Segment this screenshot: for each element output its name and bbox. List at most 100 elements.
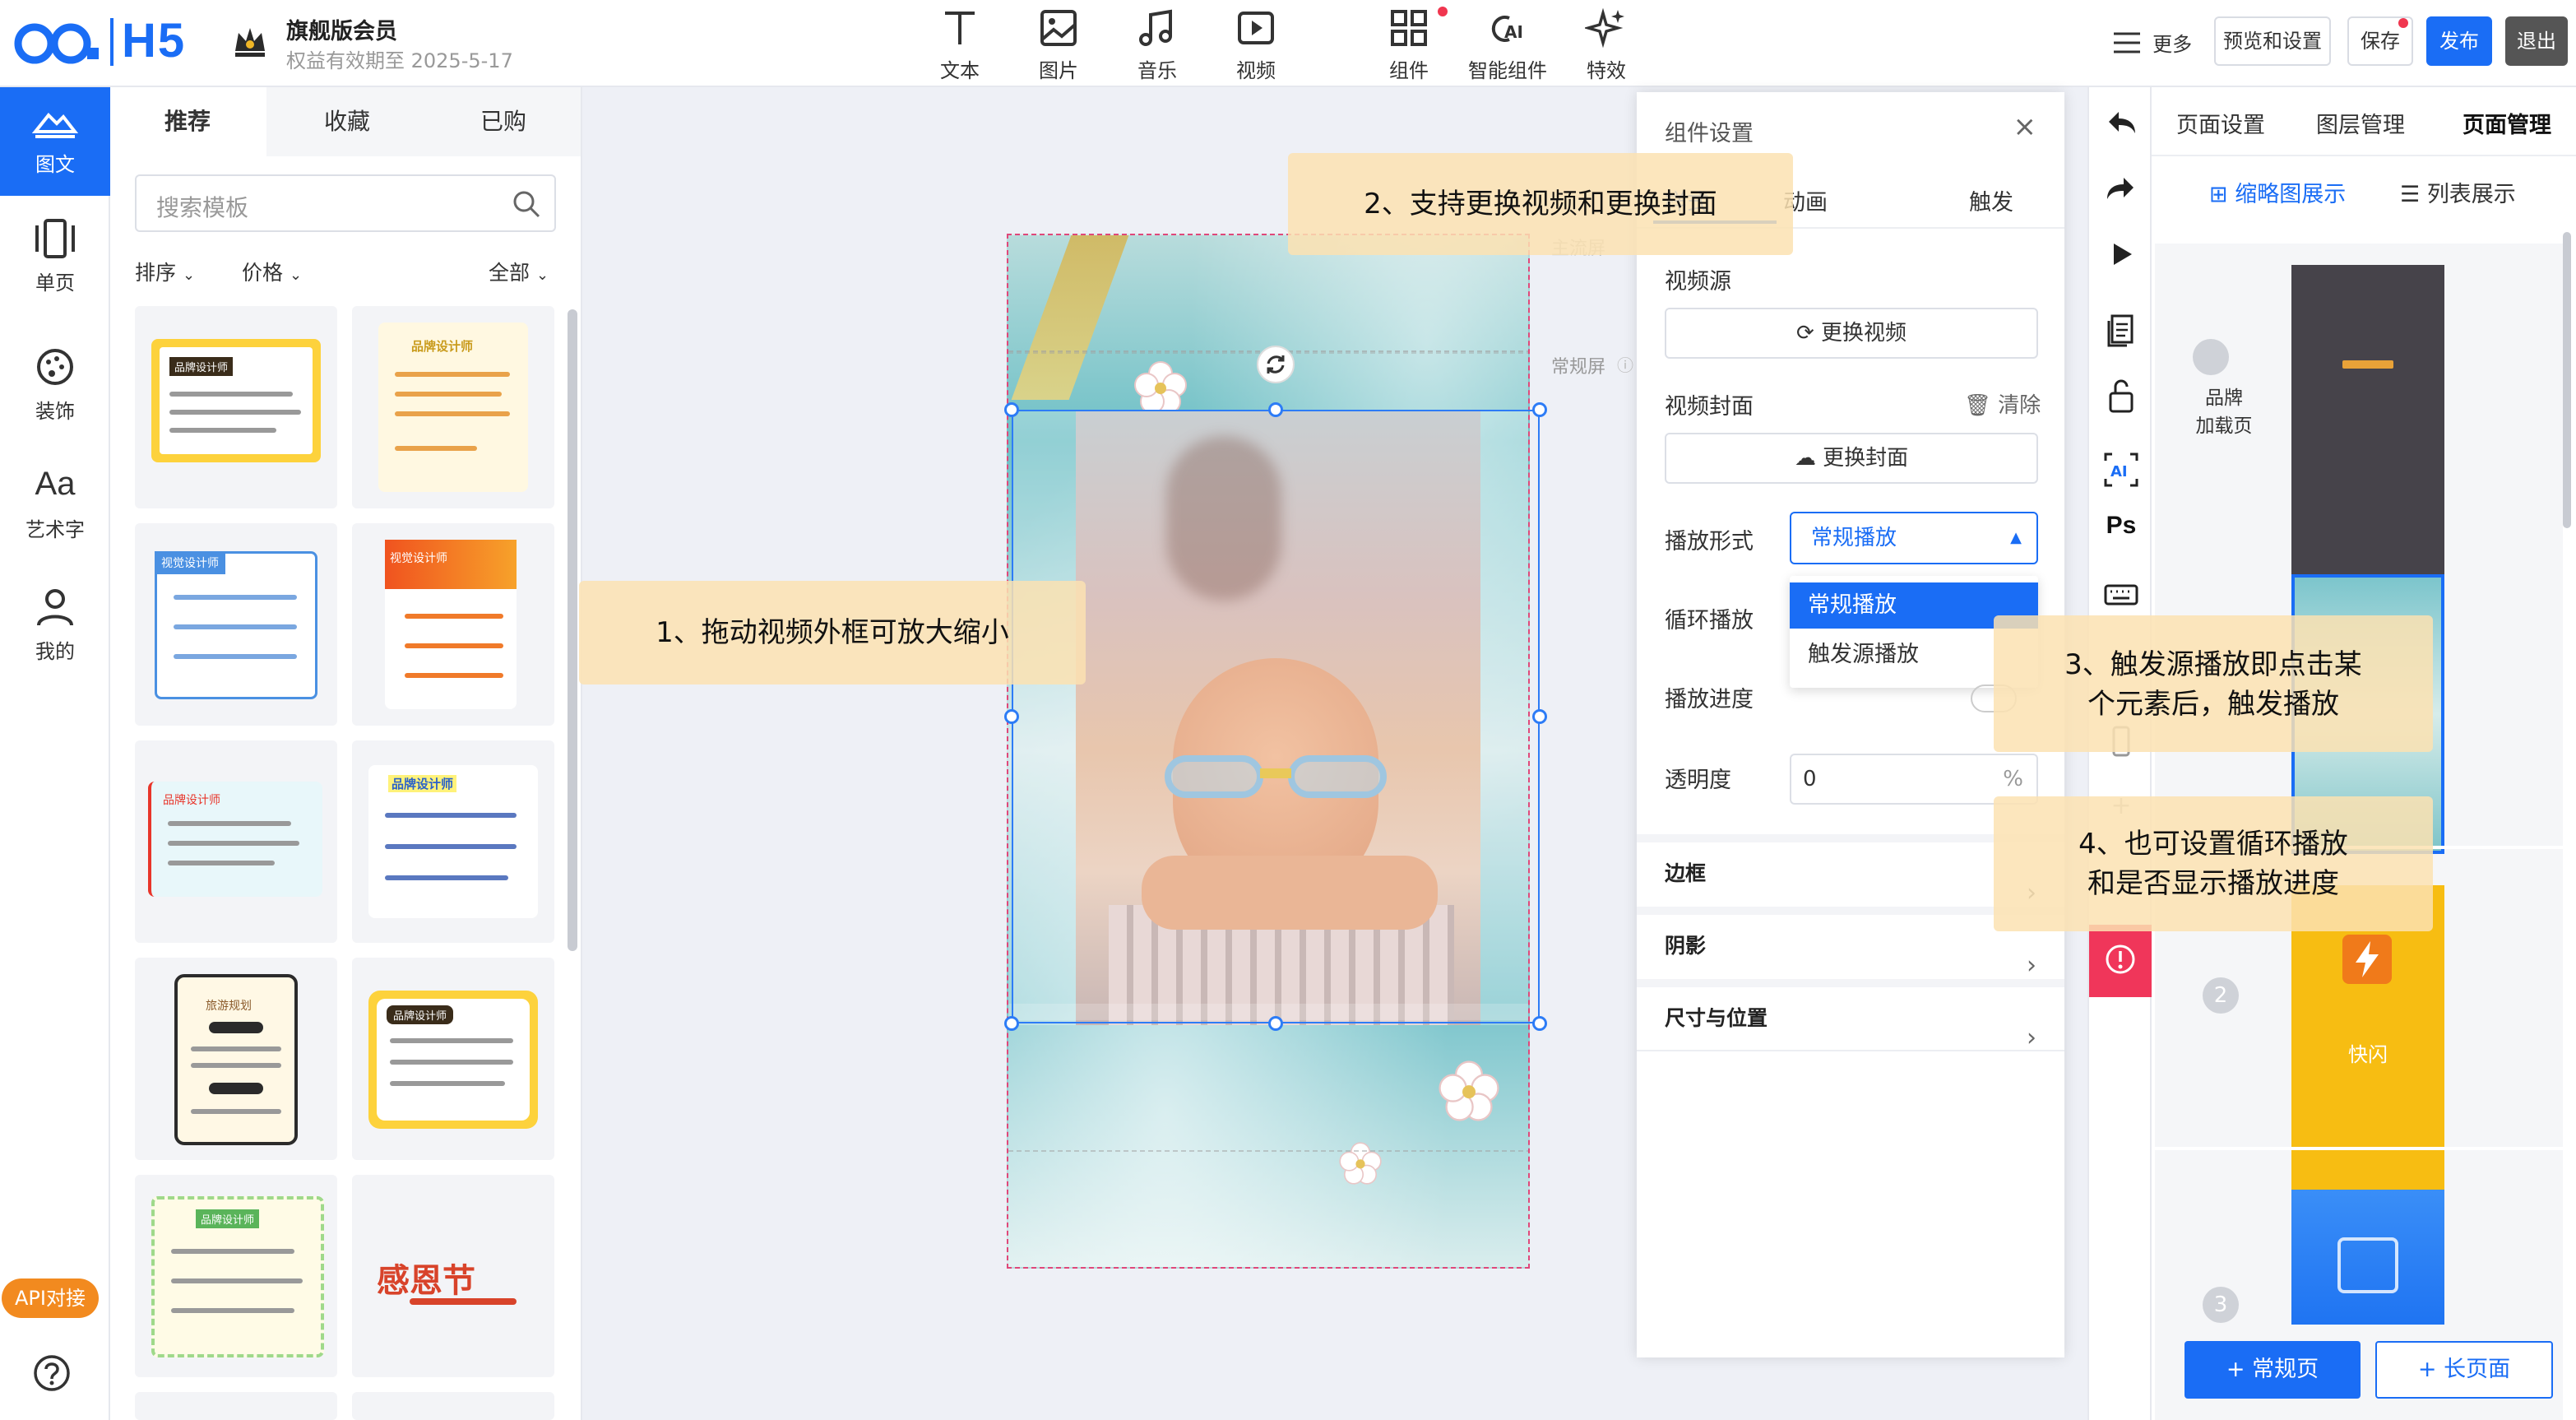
- template-thumbnail[interactable]: 品牌设计师: [135, 306, 337, 508]
- thumbnail-view-toggle[interactable]: ⊞ 缩略图展示: [2209, 176, 2346, 208]
- ai-icon[interactable]: AI: [2101, 449, 2142, 490]
- tab-recommend[interactable]: 推荐: [164, 104, 211, 137]
- play-mode-select[interactable]: 常规播放 ▲: [1790, 512, 2038, 564]
- price-dropdown[interactable]: 价格 ⌄: [242, 257, 302, 286]
- tool-ai-components[interactable]: AI 智能组件: [1462, 7, 1553, 83]
- rail-item-mine[interactable]: 我的: [0, 574, 110, 683]
- page-list-scrollbar[interactable]: [2563, 232, 2571, 528]
- tool-effects[interactable]: 特效: [1561, 7, 1652, 83]
- resize-handle[interactable]: [1004, 1016, 1019, 1031]
- thumb-title: 品牌设计师: [163, 794, 220, 807]
- resize-handle[interactable]: [1532, 1016, 1547, 1031]
- template-thumbnail[interactable]: 感恩节: [352, 1175, 554, 1377]
- tool-text[interactable]: 文本: [915, 7, 1005, 83]
- thumb-title: 视觉设计师: [385, 540, 517, 589]
- tool-music[interactable]: 音乐: [1112, 7, 1202, 83]
- sort-dropdown[interactable]: 排序 ⌄: [135, 257, 195, 286]
- logo-text: H5: [122, 14, 187, 67]
- template-thumbnail[interactable]: [352, 1392, 554, 1420]
- tab-favorites[interactable]: 收藏: [324, 104, 370, 137]
- photoshop-icon[interactable]: Ps: [2101, 505, 2142, 546]
- template-thumbnail[interactable]: 品牌设计师: [135, 740, 337, 943]
- callout-loop-tip: 4、也可设置循环播放 和是否显示播放进度: [1994, 796, 2433, 931]
- rail-item-decoration[interactable]: 装饰: [0, 334, 110, 443]
- template-thumbnail[interactable]: [135, 1392, 337, 1420]
- panel-scrollbar[interactable]: [568, 309, 577, 951]
- api-badge[interactable]: API对接: [2, 1278, 99, 1318]
- components-icon: [1391, 10, 1427, 46]
- tool-label: 视频: [1236, 59, 1276, 82]
- page-number: 2: [2203, 977, 2239, 1014]
- video-source-label: 视频源: [1665, 269, 1731, 295]
- page-thumbnail-3[interactable]: [2291, 1190, 2444, 1325]
- resize-handle[interactable]: [1532, 402, 1547, 417]
- resize-handle[interactable]: [1532, 709, 1547, 724]
- tab-purchased[interactable]: 已购: [480, 104, 526, 137]
- template-thumbnail[interactable]: 品牌设计师: [352, 740, 554, 943]
- resize-handle[interactable]: [1268, 1016, 1283, 1031]
- section-size-position[interactable]: 尺寸与位置 ›: [1637, 979, 2064, 1052]
- components-new-dot: [1438, 7, 1448, 16]
- loop-label: 循环播放: [1665, 608, 1754, 633]
- help-icon[interactable]: [33, 1354, 71, 1395]
- resize-handle[interactable]: [1004, 709, 1019, 724]
- redo-icon[interactable]: [2101, 168, 2142, 209]
- tab-trigger[interactable]: 触发: [1969, 184, 2013, 216]
- settings-title: 组件设置: [1665, 121, 1754, 146]
- template-thumbnail[interactable]: 品牌设计师: [352, 958, 554, 1160]
- logo[interactable]: [12, 18, 109, 72]
- tool-label: 特效: [1587, 59, 1626, 82]
- template-thumbnail[interactable]: 品牌设计师: [352, 306, 554, 508]
- page-thumbnail-loading[interactable]: [2291, 265, 2444, 582]
- preview-settings-button[interactable]: 预览和设置: [2214, 16, 2331, 66]
- template-thumbnail[interactable]: 视觉设计师: [352, 523, 554, 726]
- template-thumbnail[interactable]: 旅游规划: [135, 958, 337, 1160]
- music-icon: [1139, 9, 1172, 46]
- more-menu[interactable]: 更多: [2112, 28, 2192, 57]
- close-icon[interactable]: ×: [2013, 110, 2037, 143]
- rail-item-graphic[interactable]: 图文: [0, 87, 110, 196]
- rotate-handle[interactable]: [1257, 346, 1295, 383]
- unlock-icon[interactable]: [2101, 375, 2142, 416]
- resize-handle[interactable]: [1004, 402, 1019, 417]
- thumb-title: 感恩节: [377, 1262, 475, 1300]
- play-icon[interactable]: [2101, 234, 2142, 275]
- all-dropdown[interactable]: 全部 ⌄: [489, 257, 549, 286]
- rail-item-art-text[interactable]: Aa 艺术字: [0, 454, 110, 563]
- search-input[interactable]: 搜索模板: [156, 190, 248, 223]
- membership-expiry: 权益有效期至 2025-5-17: [286, 49, 513, 72]
- clear-cover-button[interactable]: 🗑 清除: [1964, 388, 2041, 419]
- publish-button[interactable]: 发布: [2426, 16, 2492, 66]
- rail-item-single-page[interactable]: 单页: [0, 206, 110, 314]
- search-icon[interactable]: [512, 189, 541, 219]
- tab-page-settings[interactable]: 页面设置: [2176, 107, 2265, 139]
- list-view-toggle[interactable]: ☰ 列表展示: [2400, 176, 2516, 208]
- alert-button[interactable]: [2089, 925, 2152, 997]
- callout-trigger-line2: 个元素后，触发播放: [2087, 688, 2339, 721]
- tab-layer-manager[interactable]: 图层管理: [2316, 107, 2405, 139]
- resize-handle[interactable]: [1268, 402, 1283, 417]
- template-thumbnail[interactable]: 品牌设计师: [135, 1175, 337, 1377]
- undo-icon[interactable]: [2101, 102, 2142, 143]
- tool-video[interactable]: 视频: [1211, 7, 1301, 83]
- add-long-page-button[interactable]: + 长页面: [2375, 1341, 2553, 1399]
- add-normal-page-button[interactable]: + 常规页: [2185, 1341, 2361, 1399]
- exit-button[interactable]: 退出: [2505, 16, 2568, 66]
- keyboard-icon[interactable]: [2101, 574, 2142, 615]
- search-box[interactable]: 搜索模板: [135, 174, 556, 232]
- replace-video-button[interactable]: ⟳ 更换视频: [1665, 308, 2038, 359]
- thumb-title: 品牌设计师: [387, 1005, 454, 1024]
- single-page-icon: [35, 219, 75, 258]
- section-divider: [1637, 1050, 2064, 1051]
- guide-line: [1008, 1150, 1528, 1152]
- copy-icon[interactable]: [2101, 309, 2142, 350]
- replace-cover-button[interactable]: ☁ 更换封面: [1665, 433, 2038, 484]
- alert-icon: [2106, 944, 2135, 974]
- thumb-title: 品牌设计师: [388, 775, 457, 792]
- graphic-icon: [32, 113, 78, 138]
- tool-components[interactable]: 组件: [1364, 7, 1454, 83]
- tool-image[interactable]: 图片: [1013, 7, 1104, 83]
- tab-page-manager[interactable]: 页面管理: [2462, 107, 2551, 139]
- template-thumbnail[interactable]: 视觉设计师: [135, 523, 337, 726]
- selection-box[interactable]: [1012, 410, 1540, 1023]
